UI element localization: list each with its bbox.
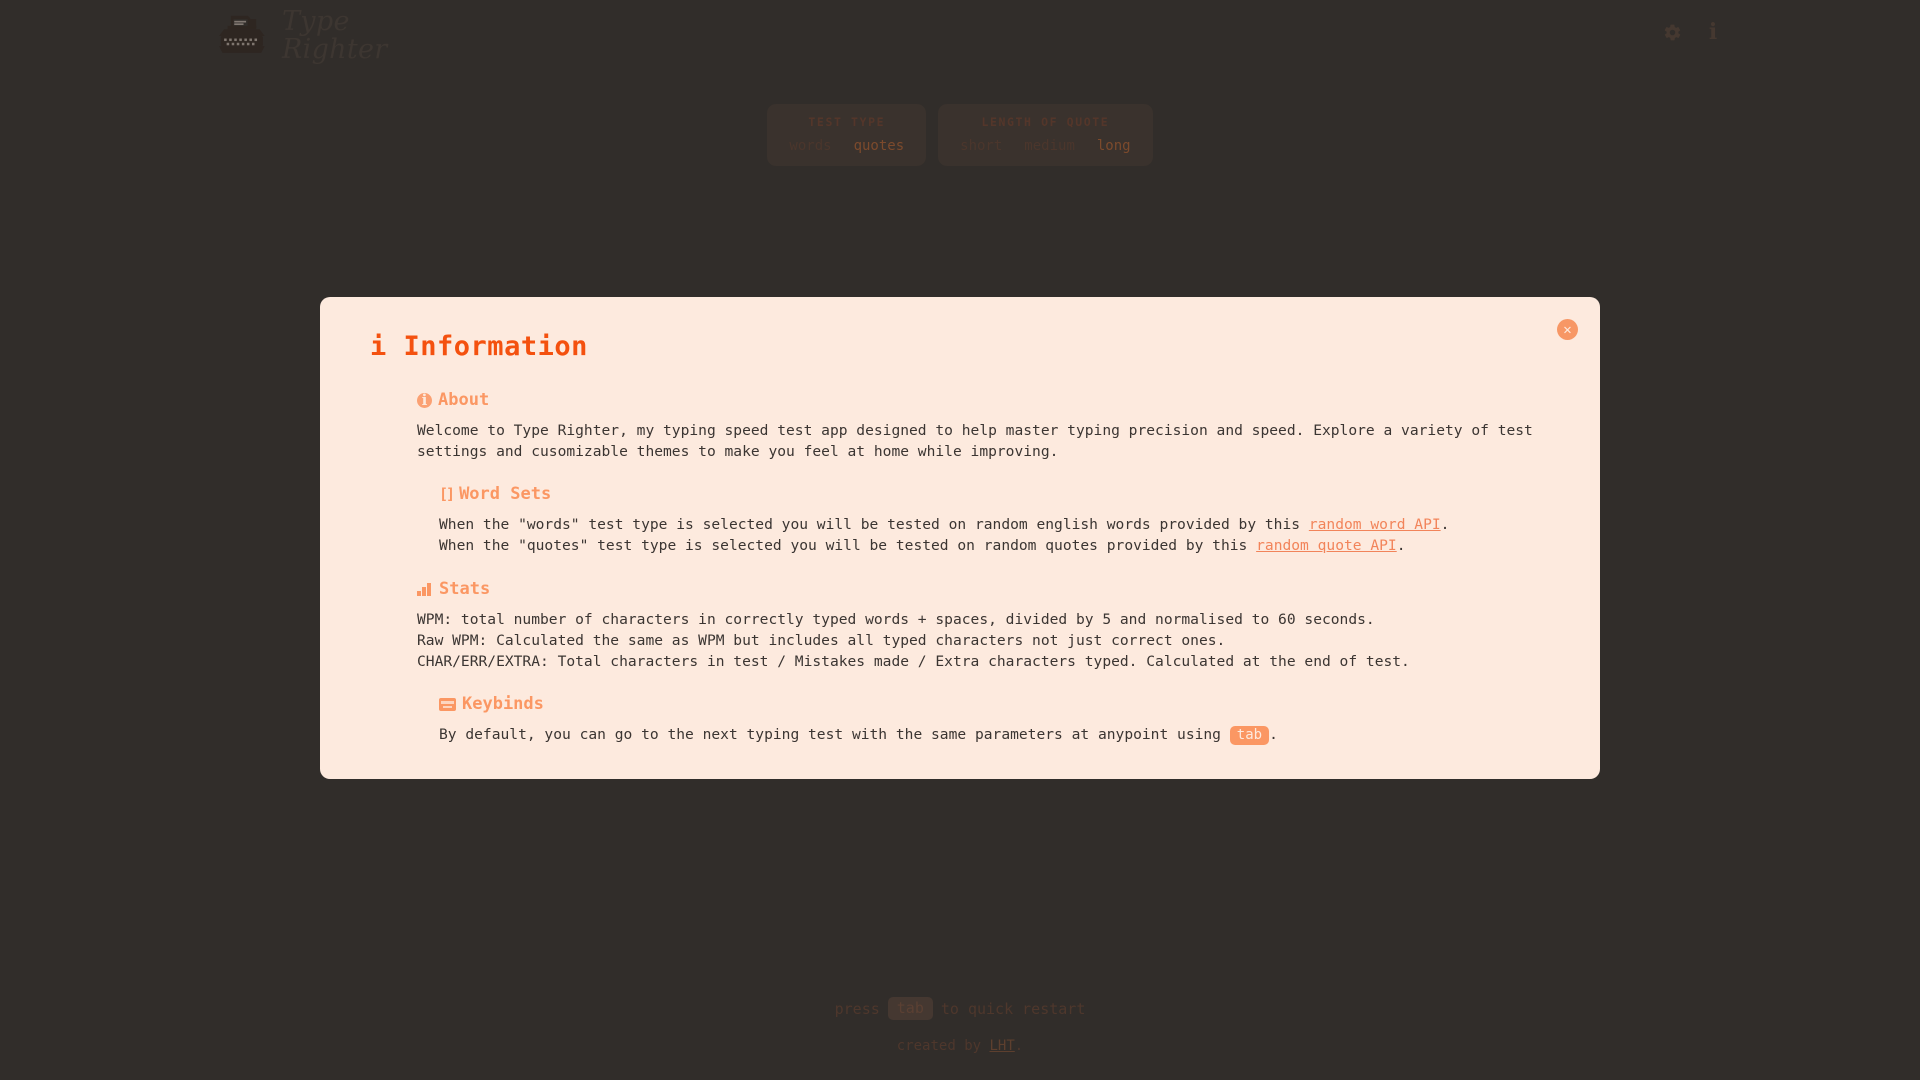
stats-line-1: WPM: total number of characters in corre… — [417, 610, 1375, 628]
quick-restart-hint-pre: press — [834, 999, 880, 1018]
test-type-options: words quotes — [789, 138, 904, 154]
app-title: Type Righter — [282, 6, 388, 66]
brand-line-2: Righter — [282, 34, 388, 66]
quote-length-panel: LENGTH OF QUOTE short medium long — [938, 104, 1153, 166]
modal-title-text: Information — [403, 331, 588, 362]
information-modal: i Information ✕ i About Welcome to Type … — [320, 297, 1600, 779]
tab-key-badge: tab — [1229, 726, 1270, 746]
quote-length-options: short medium long — [960, 138, 1130, 154]
test-type-option-quotes[interactable]: quotes — [854, 138, 905, 154]
about-line-2: settings and cusomizable themes to make … — [417, 443, 1059, 461]
gear-icon[interactable] — [1663, 23, 1682, 42]
footer-credit: created by LHT. — [0, 1038, 1920, 1054]
random-quote-api-link[interactable]: random quote API — [1256, 537, 1397, 554]
stats-line-2: Raw WPM: Calculated the same as WPM but … — [417, 631, 1226, 649]
quote-length-label: LENGTH OF QUOTE — [981, 115, 1110, 129]
stats-heading: Stats — [417, 579, 1540, 599]
about-heading-text: About — [438, 390, 490, 410]
typewriter-icon — [219, 16, 265, 54]
keybinds-section: Keybinds By default, you can go to the n… — [417, 694, 1540, 746]
missing-glyph-icon: [] — [439, 484, 455, 503]
keybinds-heading-text: Keybinds — [462, 694, 544, 715]
modal-title-icon: i — [370, 331, 387, 362]
test-type-label: TEST TYPE — [808, 115, 886, 129]
word-sets-line-1: When the "words" test type is selected y… — [439, 514, 1540, 535]
quick-restart-hint: press tab to quick restart — [0, 997, 1920, 1020]
settings-row: TEST TYPE words quotes LENGTH OF QUOTE s… — [0, 104, 1920, 166]
word-sets-line-1-post: . — [1440, 516, 1450, 534]
about-heading: i About — [417, 390, 1540, 410]
word-sets-line-2-pre: When the "quotes" test type is selected … — [439, 537, 1257, 555]
quote-length-option-short[interactable]: short — [960, 138, 1002, 154]
brand-line-1: Type — [282, 6, 350, 37]
random-word-api-link[interactable]: random word API — [1309, 516, 1441, 533]
info-circle-icon: i — [417, 392, 432, 408]
stats-section: Stats WPM: total number of characters in… — [417, 579, 1540, 672]
quote-length-option-medium[interactable]: medium — [1024, 138, 1075, 154]
author-link[interactable]: LHT — [989, 1038, 1014, 1054]
test-type-option-words[interactable]: words — [789, 138, 831, 154]
footer-credit-post: . — [1014, 1038, 1024, 1054]
modal-title: i Information — [370, 331, 1570, 362]
close-icon[interactable]: ✕ — [1557, 319, 1578, 340]
word-sets-line-2: When the "quotes" test type is selected … — [439, 535, 1540, 556]
test-type-panel: TEST TYPE words quotes — [767, 104, 927, 166]
keybinds-heading: Keybinds — [439, 694, 1540, 714]
top-bar-icons: i — [1663, 21, 1722, 43]
quote-length-option-long[interactable]: long — [1097, 138, 1131, 154]
gear-icon-svg — [1664, 24, 1681, 40]
footer-tab-key-badge: tab — [887, 997, 933, 1020]
footer: press tab to quick restart created by LH… — [0, 997, 1920, 1080]
chart-increasing-icon — [417, 582, 433, 596]
modal-body: i About Welcome to Type Righter, my typi… — [350, 390, 1570, 746]
keyboard-icon — [439, 697, 456, 711]
keybinds-line-post: . — [1269, 726, 1278, 744]
stats-line-3: CHAR/ERR/EXTRA: Total characters in test… — [417, 652, 1410, 670]
about-section: i About Welcome to Type Righter, my typi… — [417, 390, 1540, 462]
keybinds-line: By default, you can go to the next typin… — [439, 724, 1540, 746]
keybinds-line-pre: By default, you can go to the next typin… — [439, 726, 1230, 744]
word-sets-heading-text: Word Sets — [459, 484, 552, 505]
stats-heading-text: Stats — [439, 578, 491, 599]
info-icon[interactable]: i — [1704, 21, 1722, 43]
app-logo[interactable]: Type Righter — [214, 6, 388, 66]
word-sets-section: [] Word Sets When the "words" test type … — [417, 484, 1540, 556]
footer-credit-pre: created by — [896, 1038, 990, 1054]
word-sets-heading: [] Word Sets — [439, 484, 1540, 504]
top-bar: Type Righter i — [0, 0, 1920, 72]
quick-restart-hint-post: to quick restart — [940, 999, 1086, 1018]
word-sets-line-2-post: . — [1396, 537, 1406, 555]
word-sets-line-1-pre: When the "words" test type is selected y… — [439, 516, 1309, 534]
about-line-1: Welcome to Type Righter, my typing speed… — [417, 422, 1533, 439]
